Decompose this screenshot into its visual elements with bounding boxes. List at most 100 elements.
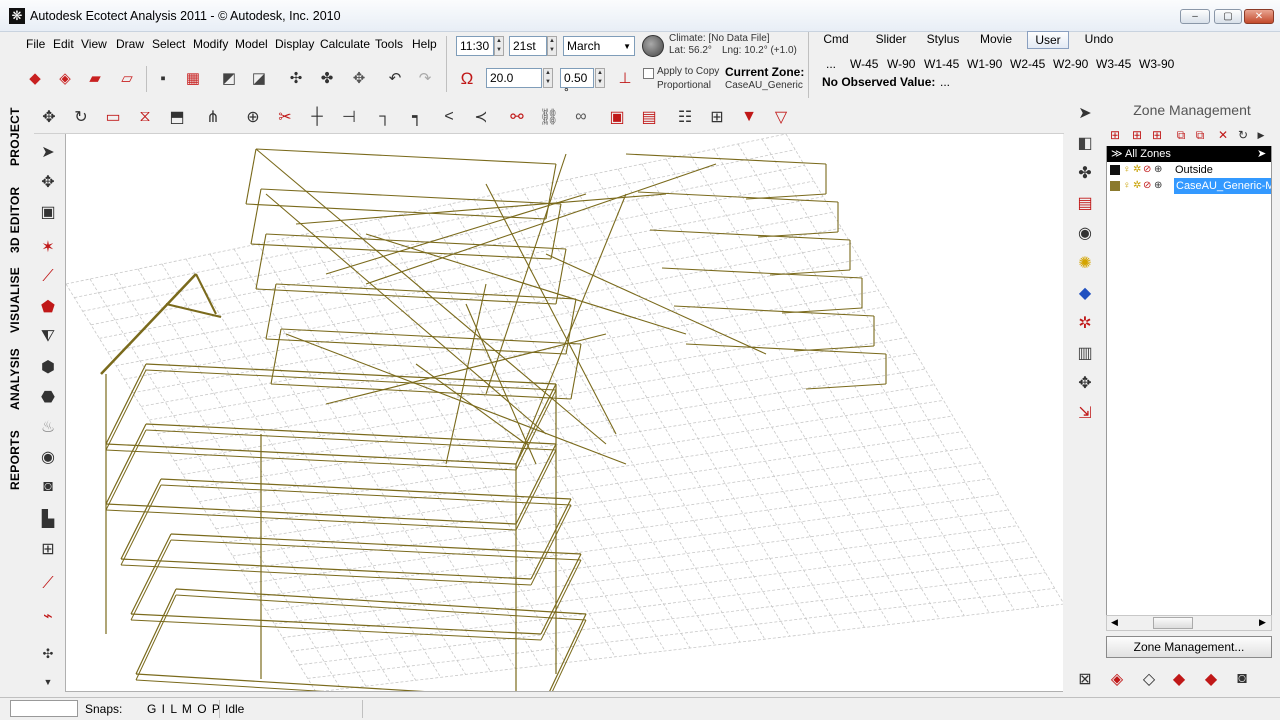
day-spinner[interactable]: ▲ ▼ <box>547 36 557 56</box>
hatch-icon[interactable]: ✥ <box>348 67 370 89</box>
select-pointer-icon[interactable]: ➤ <box>1072 100 1098 126</box>
scroll-left-icon[interactable]: ◀ <box>1111 617 1118 628</box>
pan-icon[interactable]: ✥ <box>36 170 60 194</box>
move-icon[interactable]: ✥ <box>36 105 62 129</box>
menu-draw[interactable]: Draw <box>116 37 144 53</box>
tab-movie[interactable]: Movie <box>974 31 1018 49</box>
tab-3d-editor[interactable]: 3D EDITOR <box>8 187 22 254</box>
all-zones-row[interactable]: ≫ All Zones ➤ <box>1107 146 1271 162</box>
add-zone-icon[interactable]: ⊞ <box>1107 127 1123 143</box>
light-icon[interactable]: ♀ <box>1123 178 1131 194</box>
lock-icon[interactable]: ⊕ <box>1154 178 1162 194</box>
menu-help[interactable]: Help <box>412 37 437 53</box>
sun-icon[interactable]: ✺ <box>1072 250 1098 276</box>
thermal-icon[interactable]: ✲ <box>1133 162 1141 178</box>
refresh-icon[interactable]: ↻ <box>1235 127 1251 143</box>
tab-stylus[interactable]: Stylus <box>922 31 964 49</box>
unlink-icon[interactable]: ✂ <box>272 105 298 129</box>
off-icon[interactable]: ⊘ <box>1143 162 1151 178</box>
extrude-icon[interactable]: ⬒ <box>164 105 190 129</box>
corner-icon[interactable]: ┐ <box>372 105 398 129</box>
model-view-icon[interactable]: ▪ <box>152 67 174 89</box>
angle-left-icon[interactable]: < <box>436 105 462 129</box>
tab-cmd[interactable]: Cmd <box>818 31 854 49</box>
point-icon[interactable]: ✶ <box>36 235 60 259</box>
menu-model[interactable]: Model <box>235 37 268 53</box>
open-file-icon[interactable]: ◈ <box>54 67 76 89</box>
join-line-icon[interactable]: ⊣ <box>336 105 362 129</box>
scale-field[interactable]: 20.0 <box>486 68 542 88</box>
remove-row-icon[interactable]: ▼ <box>736 105 762 129</box>
thermal-icon[interactable]: ✲ <box>1133 178 1141 194</box>
zone-paste-icon[interactable]: ⧉ <box>1192 127 1208 143</box>
nodes-icon[interactable]: ✲ <box>1072 310 1098 336</box>
render-icon[interactable]: ✤ <box>1072 160 1098 186</box>
plane-icon[interactable]: ⬟ <box>36 295 60 319</box>
zone-table-icon[interactable]: ⊞ <box>1149 127 1165 143</box>
tab-project[interactable]: PROJECT <box>8 107 22 166</box>
tab-undo[interactable]: Undo <box>1078 31 1120 49</box>
zone-merge-icon[interactable]: ◆ <box>1166 667 1192 691</box>
split-line-icon[interactable]: ┼ <box>304 105 330 129</box>
day-field[interactable]: 21st <box>509 36 547 56</box>
zone-grid-icon[interactable]: ⊞ <box>1129 127 1145 143</box>
menu-edit[interactable]: Edit <box>53 37 74 53</box>
light-bulb-icon[interactable]: ♨ <box>36 415 60 439</box>
link-object-icon[interactable]: ⊕ <box>240 105 266 129</box>
off-icon[interactable]: ⊘ <box>1143 178 1151 194</box>
save-file-icon[interactable]: ▰ <box>84 67 106 89</box>
light-icon[interactable]: ♀ <box>1123 162 1131 178</box>
w-45-button[interactable]: W-45 <box>850 57 878 71</box>
tab-user[interactable]: User <box>1027 31 1069 49</box>
wireframe-canvas[interactable] <box>66 134 1063 692</box>
corner-alt-icon[interactable]: ┑ <box>404 105 430 129</box>
zone-color-swatch[interactable] <box>1110 181 1120 191</box>
speaker-icon[interactable]: ◉ <box>36 445 60 469</box>
apply-copy-checkbox[interactable] <box>643 68 654 79</box>
w1-45-button[interactable]: W1-45 <box>924 57 959 71</box>
eye-icon[interactable]: ◉ <box>1072 220 1098 246</box>
time-spinner[interactable]: ▲ ▼ <box>494 36 504 56</box>
export-icon[interactable]: ▱ <box>116 67 138 89</box>
tab-slider[interactable]: Slider <box>870 31 912 49</box>
tree-icon[interactable]: ⋔ <box>200 105 226 129</box>
command-input[interactable] <box>10 700 78 717</box>
axes-icon[interactable]: ⊥ <box>614 67 636 89</box>
layers-icon[interactable]: ◩ <box>218 67 240 89</box>
menu-file[interactable]: File <box>26 37 45 53</box>
appliance-icon[interactable]: ▙ <box>36 507 60 531</box>
zone-stack-icon[interactable]: ▤ <box>1072 190 1098 216</box>
current-zone-value[interactable]: CaseAU_Generic-f <box>725 80 803 91</box>
grid-plane-icon[interactable]: ⊞ <box>36 537 60 561</box>
panel-arrow-icon[interactable]: ▶ <box>1253 127 1269 143</box>
close-button[interactable]: ✕ <box>1244 9 1274 24</box>
ungroup-icon[interactable]: ▤ <box>636 105 662 129</box>
scale-spinner[interactable]: ▲ ▼ <box>543 68 553 88</box>
magnet-icon[interactable]: Ω <box>456 67 478 89</box>
zone-management-button[interactable]: Zone Management... <box>1106 636 1272 658</box>
minimize-button[interactable]: – <box>1180 9 1210 24</box>
polyline-icon[interactable]: ⟋ <box>36 572 60 596</box>
zoom-icon[interactable]: ▣ <box>36 200 60 224</box>
menu-tools[interactable]: Tools <box>375 37 403 53</box>
scroll-thumb[interactable] <box>1153 617 1193 629</box>
w1-90-button[interactable]: W1-90 <box>967 57 1002 71</box>
tab-analysis[interactable]: ANALYSIS <box>8 348 22 410</box>
menu-view[interactable]: View <box>81 37 107 53</box>
export-zone-icon[interactable]: ⇲ <box>1072 400 1098 426</box>
tab-reports[interactable]: REPORTS <box>8 430 22 490</box>
horizontal-scrollbar[interactable]: ◀ ▶ <box>1106 615 1272 631</box>
menu-calculate[interactable]: Calculate <box>320 37 370 53</box>
table-icon[interactable]: ☷ <box>672 105 698 129</box>
delete-zone-icon[interactable]: ✕ <box>1215 127 1231 143</box>
zone-split-icon[interactable]: ◆ <box>1198 667 1224 691</box>
angle-right-icon[interactable]: ≺ <box>468 105 494 129</box>
lock-icon[interactable]: ⊕ <box>1154 162 1162 178</box>
cut-link-icon[interactable]: ⚯ <box>504 105 530 129</box>
menu-display[interactable]: Display <box>275 37 314 53</box>
box-icon[interactable]: ⬢ <box>36 355 60 379</box>
workplane-more-button[interactable]: ... <box>826 57 836 71</box>
zone-select-icon[interactable]: ⊠ <box>1072 667 1098 691</box>
month-select[interactable]: March ▼ <box>563 36 635 56</box>
zone-copy-icon[interactable]: ⧉ <box>1173 127 1189 143</box>
